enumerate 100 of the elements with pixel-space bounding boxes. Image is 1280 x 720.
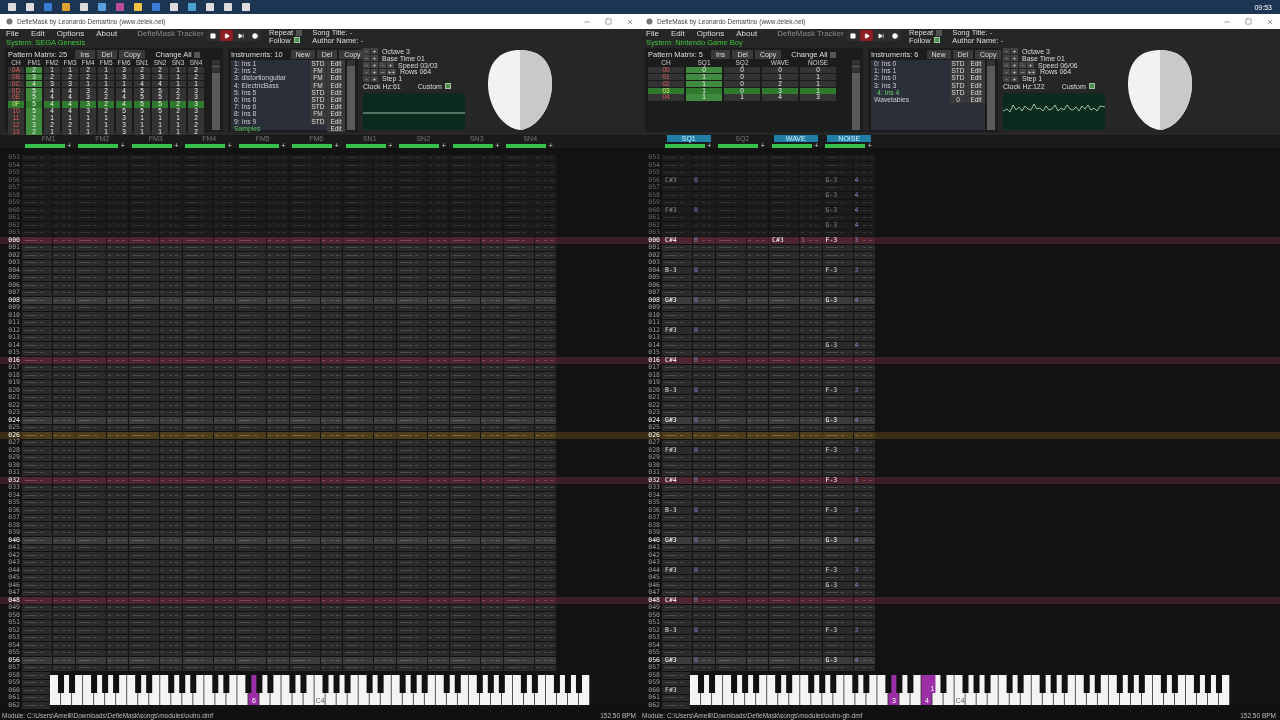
menu-item[interactable]: Edit xyxy=(30,29,45,38)
scrollbar[interactable] xyxy=(987,60,995,130)
step-button[interactable] xyxy=(234,30,247,41)
maximize-icon[interactable] xyxy=(605,17,612,25)
sharp-key[interactable] xyxy=(344,675,351,693)
sharp-key[interactable] xyxy=(1160,675,1167,693)
piano-key[interactable] xyxy=(844,675,855,705)
piano-key[interactable] xyxy=(358,675,369,705)
sharp-key[interactable] xyxy=(399,675,406,693)
piano-key[interactable] xyxy=(237,675,248,705)
app-icon[interactable] xyxy=(134,3,142,11)
sharp-key[interactable] xyxy=(1061,675,1068,693)
sharp-key[interactable] xyxy=(808,675,815,693)
sharp-key[interactable] xyxy=(753,675,760,693)
sharp-key[interactable] xyxy=(146,675,153,693)
checkbox[interactable] xyxy=(829,51,836,58)
sharp-key[interactable] xyxy=(863,675,870,693)
stop-button[interactable] xyxy=(206,30,219,41)
close-icon[interactable] xyxy=(1266,17,1274,26)
sharp-key[interactable] xyxy=(102,675,109,693)
sharp-key[interactable] xyxy=(1116,675,1123,693)
app-icon[interactable] xyxy=(62,3,70,11)
app-icon[interactable] xyxy=(152,3,160,11)
sharp-key[interactable] xyxy=(113,675,120,693)
sharp-key[interactable] xyxy=(731,675,738,693)
piano-key[interactable] xyxy=(204,675,215,705)
piano-key[interactable] xyxy=(281,675,292,705)
sharp-key[interactable] xyxy=(289,675,296,693)
app-icon[interactable] xyxy=(242,3,250,11)
checkbox[interactable] xyxy=(933,37,940,44)
app-icon[interactable] xyxy=(26,3,34,11)
app-icon[interactable] xyxy=(170,3,178,11)
sharp-key[interactable] xyxy=(91,675,98,693)
sharp-key[interactable] xyxy=(135,675,142,693)
piano-key[interactable] xyxy=(866,675,877,705)
sharp-key[interactable] xyxy=(907,675,914,693)
menu-item[interactable]: Edit xyxy=(670,29,685,38)
sharp-key[interactable] xyxy=(410,675,417,693)
sharp-key[interactable] xyxy=(709,675,716,693)
sharp-key[interactable] xyxy=(212,675,219,693)
maximize-icon[interactable] xyxy=(1245,17,1252,25)
sharp-key[interactable] xyxy=(1193,675,1200,693)
scrollbar[interactable] xyxy=(347,60,355,130)
piano-key[interactable] xyxy=(877,675,888,705)
piano-key[interactable] xyxy=(314,675,325,705)
sharp-key[interactable] xyxy=(1006,675,1013,693)
checkbox[interactable] xyxy=(444,83,451,90)
app-icon[interactable] xyxy=(206,3,214,11)
menu-item[interactable]: Options xyxy=(696,29,725,38)
sharp-key[interactable] xyxy=(1171,675,1178,693)
piano-key[interactable] xyxy=(954,675,965,705)
sharp-key[interactable] xyxy=(487,675,494,693)
sharp-key[interactable] xyxy=(69,675,76,693)
sharp-key[interactable] xyxy=(179,675,186,693)
close-icon[interactable] xyxy=(626,17,634,26)
step-button[interactable] xyxy=(874,30,887,41)
piano-key[interactable] xyxy=(943,675,954,705)
sharp-key[interactable] xyxy=(421,675,428,693)
sharp-key[interactable] xyxy=(223,675,230,693)
sharp-key[interactable] xyxy=(454,675,461,693)
menu-item[interactable]: About xyxy=(96,29,118,38)
sharp-key[interactable] xyxy=(1039,675,1046,693)
sharp-key[interactable] xyxy=(852,675,859,693)
sharp-key[interactable] xyxy=(476,675,483,693)
sharp-key[interactable] xyxy=(1083,675,1090,693)
sharp-key[interactable] xyxy=(830,675,837,693)
checkbox[interactable] xyxy=(193,51,200,58)
record-button[interactable] xyxy=(248,30,261,41)
app-icon[interactable] xyxy=(98,3,106,11)
sharp-key[interactable] xyxy=(190,675,197,693)
sharp-key[interactable] xyxy=(775,675,782,693)
checkbox[interactable] xyxy=(296,29,303,36)
sharp-key[interactable] xyxy=(256,675,263,693)
play-button[interactable] xyxy=(220,30,233,41)
sharp-key[interactable] xyxy=(168,675,175,693)
sharp-key[interactable] xyxy=(498,675,505,693)
app-icon[interactable] xyxy=(80,3,88,11)
menu-item[interactable]: File xyxy=(6,29,19,38)
sharp-key[interactable] xyxy=(1127,675,1134,693)
piano-key[interactable] xyxy=(435,675,446,705)
piano-key[interactable] xyxy=(391,675,402,705)
sharp-key[interactable] xyxy=(1204,675,1211,693)
piano-key[interactable] xyxy=(1075,675,1086,705)
menu-item[interactable]: Options xyxy=(56,29,85,38)
record-button[interactable] xyxy=(888,30,901,41)
checkbox[interactable] xyxy=(936,29,943,36)
checkbox[interactable] xyxy=(1088,83,1095,90)
menu-item[interactable]: About xyxy=(736,29,758,38)
sharp-key[interactable] xyxy=(1017,675,1024,693)
sharp-key[interactable] xyxy=(531,675,538,693)
sharp-key[interactable] xyxy=(366,675,373,693)
piano-key[interactable] xyxy=(998,675,1009,705)
checkbox[interactable] xyxy=(293,37,300,44)
piano-key[interactable] xyxy=(303,675,314,705)
sharp-key[interactable] xyxy=(443,675,450,693)
sharp-key[interactable] xyxy=(1138,675,1145,693)
sharp-key[interactable] xyxy=(267,675,274,693)
app-icon[interactable] xyxy=(44,3,52,11)
sharp-key[interactable] xyxy=(819,675,826,693)
sharp-key[interactable] xyxy=(1050,675,1057,693)
